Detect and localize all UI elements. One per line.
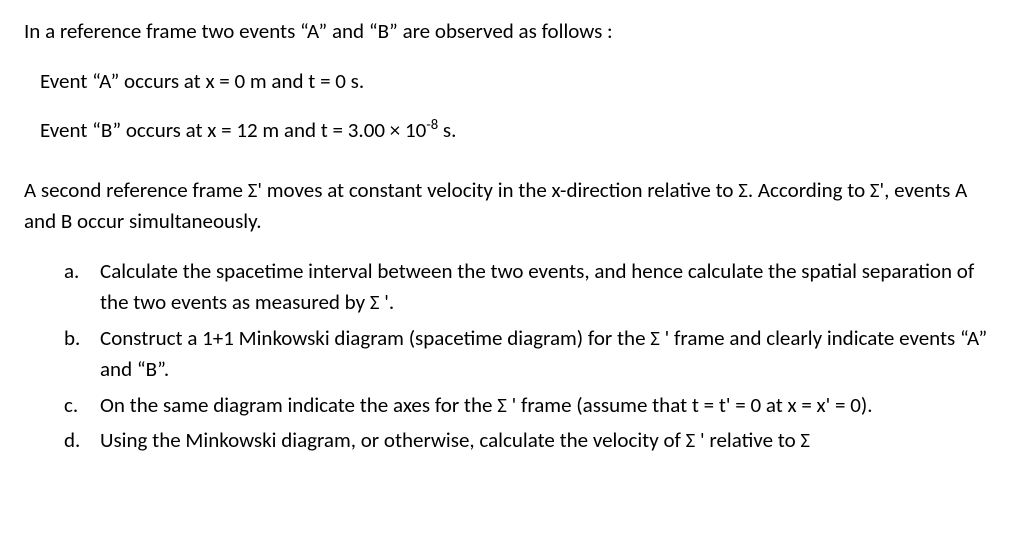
event-b-suffix: s. [438, 117, 456, 143]
intro-text: In a reference frame two events “A” and … [24, 16, 1000, 48]
item-letter-d: d. [64, 425, 80, 457]
list-item-d: d. Using the Minkowski diagram, or other… [64, 425, 1000, 457]
item-letter-b: b. [64, 323, 80, 355]
question-list: a. Calculate the spacetime interval betw… [64, 256, 1000, 457]
item-text-c: On the same diagram indicate the axes fo… [100, 392, 873, 418]
list-item-a: a. Calculate the spacetime interval betw… [64, 256, 1000, 319]
event-b-text: Event “B” occurs at x = 12 m and t = 3.0… [40, 115, 1000, 147]
list-item-c: c. On the same diagram indicate the axes… [64, 390, 1000, 422]
event-a-text: Event “A” occurs at x = 0 m and t = 0 s. [40, 66, 1000, 98]
item-text-d: Using the Minkowski diagram, or otherwis… [100, 427, 810, 453]
item-letter-c: c. [64, 390, 78, 422]
list-item-b: b. Construct a 1+1 Minkowski diagram (sp… [64, 323, 1000, 386]
item-letter-a: a. [64, 256, 79, 288]
item-text-b: Construct a 1+1 Minkowski diagram (space… [100, 325, 987, 383]
item-text-a: Calculate the spacetime interval between… [100, 258, 974, 316]
event-b-prefix: Event “B” occurs at x = 12 m and t = 3.0… [40, 117, 426, 143]
event-b-exponent: -8 [426, 115, 438, 133]
second-frame-text: A second reference frame Σ' moves at con… [24, 175, 1000, 238]
